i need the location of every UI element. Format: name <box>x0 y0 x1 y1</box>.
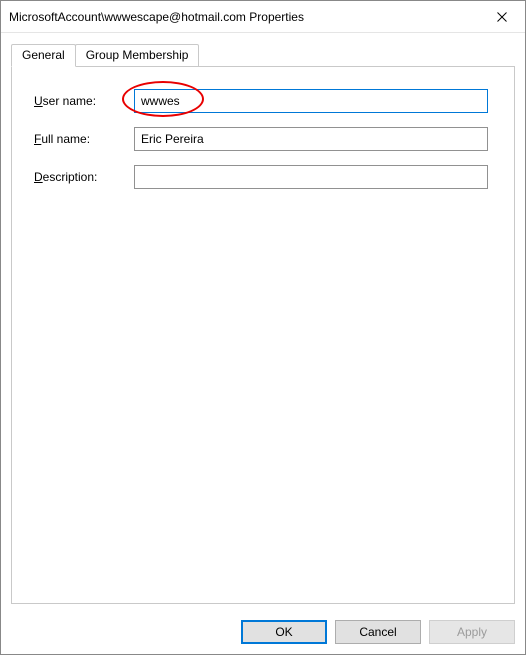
row-user-name: User name: <box>34 89 488 113</box>
tab-general[interactable]: General <box>11 44 76 67</box>
titlebar: MicrosoftAccount\wwwescape@hotmail.com P… <box>1 1 525 33</box>
properties-dialog: MicrosoftAccount\wwwescape@hotmail.com P… <box>0 0 526 655</box>
ok-button[interactable]: OK <box>241 620 327 644</box>
close-icon <box>497 12 507 22</box>
description-input[interactable] <box>134 165 488 189</box>
row-description: Description: <box>34 165 488 189</box>
close-button[interactable] <box>479 1 525 32</box>
label-description: Description: <box>34 170 134 184</box>
apply-button[interactable]: Apply <box>429 620 515 644</box>
cancel-button[interactable]: Cancel <box>335 620 421 644</box>
user-name-input[interactable] <box>134 89 488 113</box>
label-user-name: User name: <box>34 94 134 108</box>
client-area: General Group Membership User name: Full… <box>1 33 525 612</box>
button-row: OK Cancel Apply <box>1 612 525 654</box>
tab-group-membership[interactable]: Group Membership <box>75 44 200 67</box>
label-full-name: Full name: <box>34 132 134 146</box>
tab-panel-general: User name: Full name: Description: <box>11 66 515 604</box>
tab-strip: General Group Membership <box>11 43 515 67</box>
window-title: MicrosoftAccount\wwwescape@hotmail.com P… <box>9 10 479 24</box>
full-name-input[interactable] <box>134 127 488 151</box>
row-full-name: Full name: <box>34 127 488 151</box>
